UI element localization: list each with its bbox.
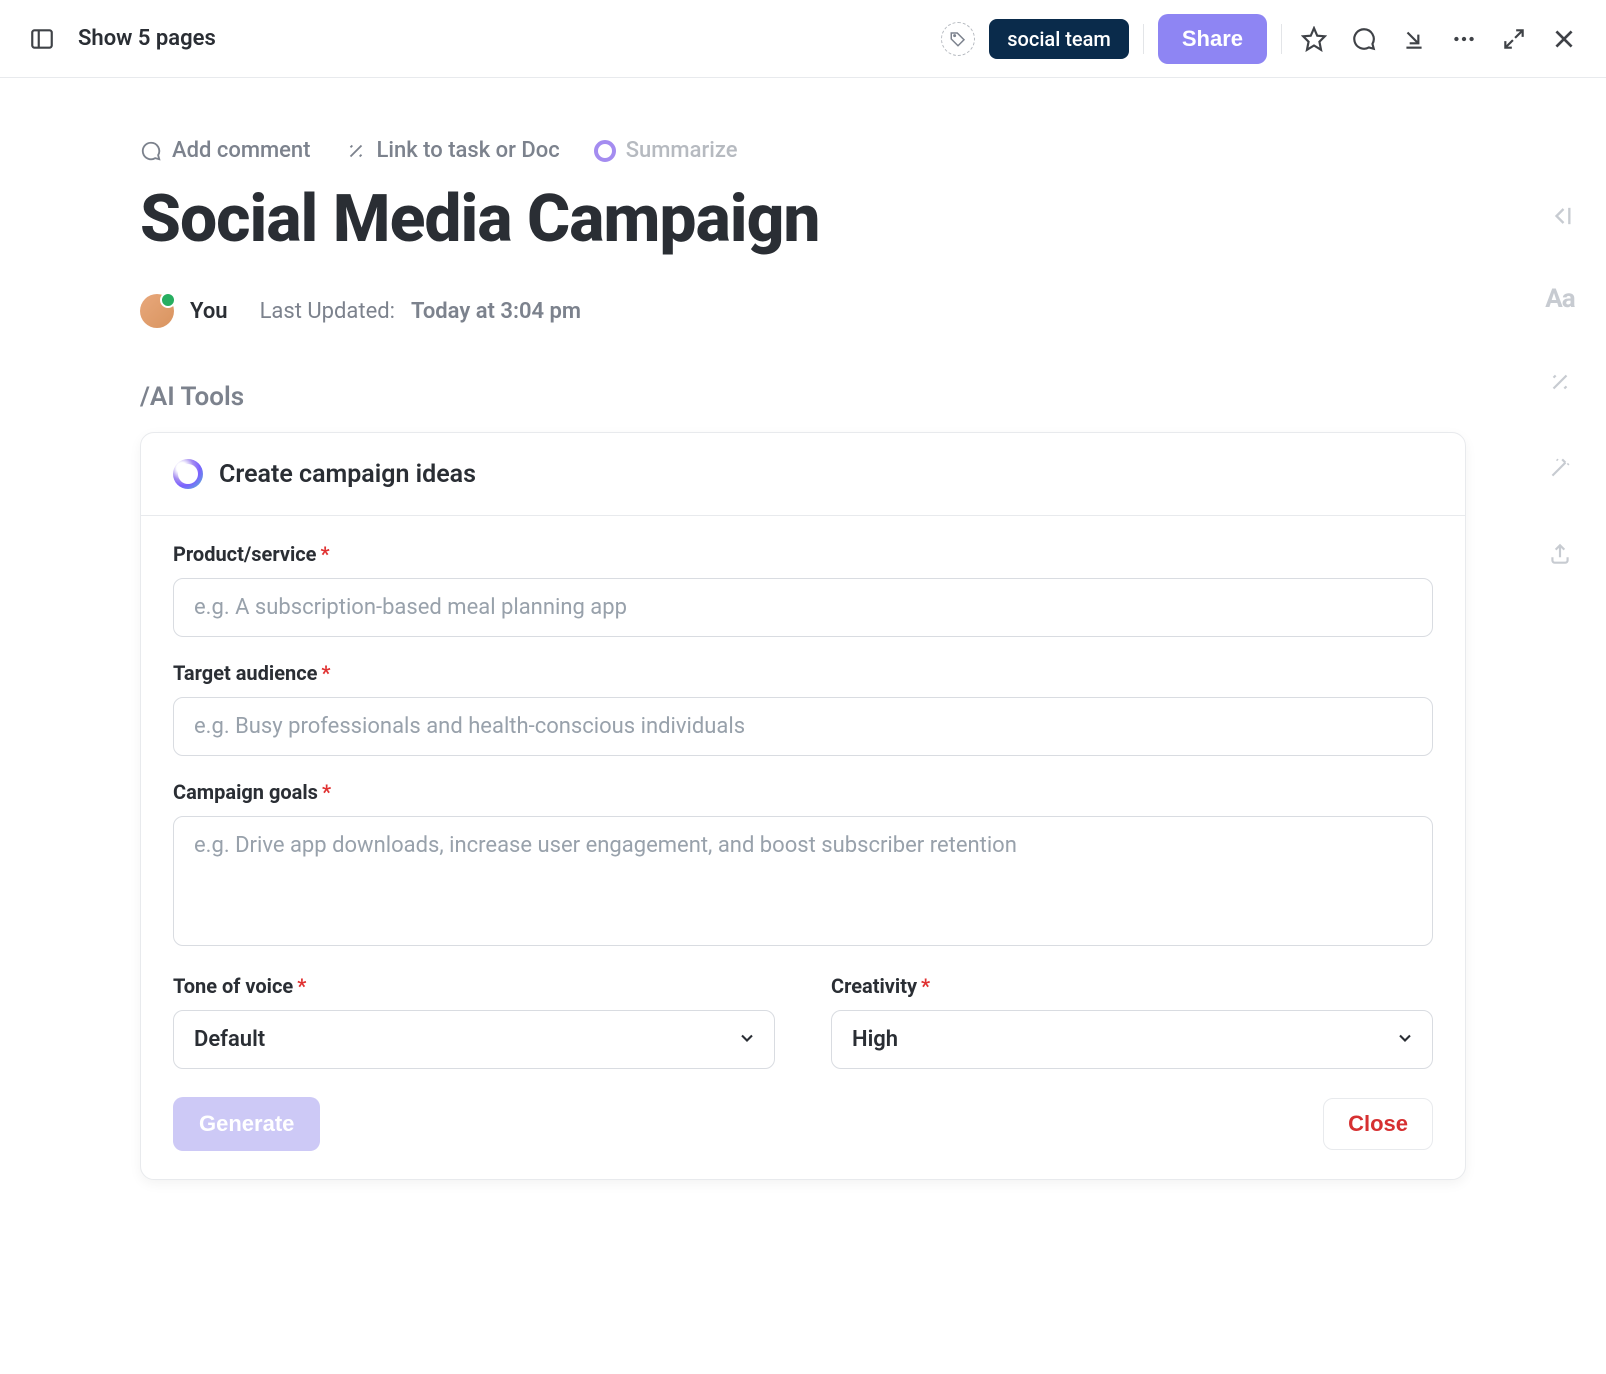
tone-label: Tone of voice* (173, 974, 775, 998)
card-header: Create campaign ideas (141, 433, 1465, 516)
ai-icon (594, 140, 616, 162)
updated-time: Today at 3:04 pm (411, 299, 581, 324)
generate-button[interactable]: Generate (173, 1097, 320, 1151)
star-icon[interactable] (1296, 21, 1332, 57)
summarize-action[interactable]: Summarize (594, 138, 738, 163)
product-field: Product/service* (173, 542, 1433, 637)
upload-icon[interactable] (1542, 536, 1578, 572)
required-star: * (322, 780, 331, 804)
audience-input[interactable] (173, 697, 1433, 756)
topbar-right: social team Share (941, 14, 1582, 64)
required-star: * (297, 974, 306, 998)
required-star: * (921, 974, 930, 998)
audience-label-text: Target audience (173, 661, 317, 685)
divider (1281, 24, 1282, 54)
tone-label-text: Tone of voice (173, 974, 293, 998)
page-title: Social Media Campaign (140, 181, 1466, 258)
creativity-label: Creativity* (831, 974, 1433, 998)
creativity-select[interactable]: High (831, 1010, 1433, 1069)
product-label: Product/service* (173, 542, 1433, 566)
author-label: You (190, 299, 228, 324)
goals-input[interactable] (173, 816, 1433, 946)
add-comment-action[interactable]: Add comment (140, 138, 311, 163)
link-task-action[interactable]: Link to task or Doc (345, 138, 560, 163)
ai-card: Create campaign ideas Product/service* T… (140, 432, 1466, 1180)
show-pages-link[interactable]: Show 5 pages (78, 26, 216, 51)
link-icon (345, 140, 367, 162)
tone-select-wrap: Default (173, 1010, 775, 1069)
more-icon[interactable] (1446, 21, 1482, 57)
summarize-label: Summarize (626, 138, 738, 163)
audience-label: Target audience* (173, 661, 1433, 685)
goals-label-text: Campaign goals (173, 780, 318, 804)
creativity-field: Creativity* High (831, 974, 1433, 1069)
expand-icon[interactable] (1496, 21, 1532, 57)
magic-wand-icon[interactable] (1542, 450, 1578, 486)
right-rail: Aa (1542, 198, 1578, 572)
card-footer: Generate Close (173, 1097, 1433, 1151)
avatar[interactable] (140, 294, 174, 328)
topbar-left: Show 5 pages (24, 21, 927, 57)
close-icon[interactable] (1546, 21, 1582, 57)
slash-command[interactable]: /AI Tools (140, 382, 1466, 412)
required-star: * (321, 542, 330, 566)
share-button[interactable]: Share (1158, 14, 1267, 64)
collapse-icon[interactable] (1542, 198, 1578, 234)
updated-label: Last Updated: (260, 299, 395, 324)
card-title: Create campaign ideas (219, 460, 476, 489)
tone-select[interactable]: Default (173, 1010, 775, 1069)
font-icon[interactable]: Aa (1542, 284, 1578, 314)
audience-field: Target audience* (173, 661, 1433, 756)
tag-icon[interactable] (941, 22, 975, 56)
download-icon[interactable] (1396, 21, 1432, 57)
comment-icon[interactable] (1346, 21, 1382, 57)
creativity-select-wrap: High (831, 1010, 1433, 1069)
product-input[interactable] (173, 578, 1433, 637)
meta-row: You Last Updated: Today at 3:04 pm (140, 294, 1466, 328)
close-button[interactable]: Close (1323, 1098, 1433, 1150)
comment-icon (140, 140, 162, 162)
goals-field: Campaign goals* (173, 780, 1433, 950)
team-tag[interactable]: social team (989, 19, 1129, 59)
tone-field: Tone of voice* Default (173, 974, 775, 1069)
product-label-text: Product/service (173, 542, 317, 566)
divider (1143, 24, 1144, 54)
action-row: Add comment Link to task or Doc Summariz… (140, 138, 1466, 163)
card-body: Product/service* Target audience* Campai… (141, 516, 1465, 1179)
required-star: * (321, 661, 330, 685)
two-col: Tone of voice* Default Creativity* High (173, 974, 1433, 1069)
ai-write-icon[interactable] (1542, 364, 1578, 400)
topbar: Show 5 pages social team Share (0, 0, 1606, 78)
content: Add comment Link to task or Doc Summariz… (0, 78, 1606, 1180)
ai-orb-icon (173, 459, 203, 489)
add-comment-label: Add comment (172, 138, 311, 163)
goals-label: Campaign goals* (173, 780, 1433, 804)
link-task-label: Link to task or Doc (377, 138, 560, 163)
sidebar-toggle-icon[interactable] (24, 21, 60, 57)
creativity-label-text: Creativity (831, 974, 917, 998)
